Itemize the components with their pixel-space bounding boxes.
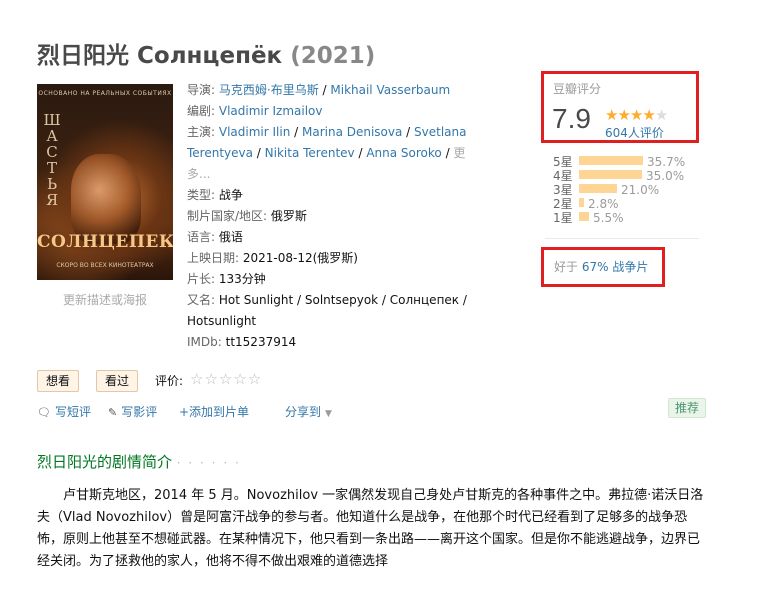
cast-label: 主演:	[187, 125, 216, 139]
rate-stars-input[interactable]: ☆☆☆☆☆	[190, 370, 262, 388]
runtime-label: 片长:	[187, 272, 216, 286]
country-row: 制片国家/地区: 俄罗斯	[187, 206, 487, 227]
language-value: 俄语	[218, 230, 243, 244]
poster-vertical-text: ШАСТЬЯ	[43, 111, 61, 209]
summary-title: 烈日阳光的剧情简介	[37, 453, 173, 471]
writer-label: 编剧:	[187, 104, 216, 118]
movie-year: (2021)	[290, 43, 376, 69]
release-label: 上映日期:	[187, 251, 240, 265]
genre-row: 类型: 战争	[187, 185, 487, 206]
better-than-text: 好于 67% 战争片	[554, 258, 648, 275]
movie-poster[interactable]: ОСНОВАНО НА РЕАЛЬНЫХ СОБЫТИЯХ ШАСТЬЯ СОЛ…	[37, 84, 173, 280]
better-than-prefix: 好于	[554, 260, 579, 274]
chevron-down-icon: ▼	[325, 409, 332, 419]
imdb-label: IMDb:	[187, 335, 222, 349]
recommend-button[interactable]: 推荐	[668, 398, 707, 418]
country-label: 制片国家/地区:	[187, 209, 268, 223]
director-row: 导演: 马克西姆·布里乌斯 / Mikhail Vasserbaum	[187, 83, 451, 97]
summary-dots: · · · · · ·	[176, 456, 241, 470]
share-to-label: 分享到	[285, 405, 322, 419]
write-review-link[interactable]: ✎ 写影评	[108, 403, 157, 420]
rate-label: 评价:	[155, 374, 184, 388]
better-than-highlight-box: 好于 67% 战争片	[541, 247, 665, 287]
rating-bar-label: 5星	[553, 155, 573, 169]
language-row: 语言: 俄语	[187, 227, 487, 248]
star-icon: ★	[617, 106, 630, 124]
writer-link[interactable]: Vladimir Izmailov	[219, 104, 323, 118]
rating-bar-fill	[579, 170, 642, 179]
share-to-dropdown[interactable]: 分享到 ▼	[285, 403, 332, 420]
poster-top-text: ОСНОВАНО НА РЕАЛЬНЫХ СОБЫТИЯХ	[38, 90, 172, 97]
rating-bar-1: 1星 5.5%	[553, 211, 624, 225]
rating-bar-pct: 2.8%	[588, 197, 619, 211]
rating-bar-5: 5星 35.7%	[553, 155, 685, 169]
better-than-link[interactable]: 67% 战争片	[582, 260, 649, 274]
comment-icon: 🗨	[37, 406, 51, 419]
poster-title-text: СОЛНЦЕПЕК	[37, 232, 173, 252]
imdb-value: tt15237914	[225, 335, 297, 349]
rating-bar-pct: 35.0%	[646, 169, 685, 183]
rating-bar-label: 2星	[553, 197, 573, 211]
release-value: 2021-08-12(俄罗斯)	[242, 251, 358, 265]
star-icon: ★	[629, 106, 643, 124]
rating-bar-fill	[579, 156, 643, 165]
movie-name: 烈日阳光 Солнцепёк	[37, 43, 283, 69]
rating-bar-label: 4星	[553, 169, 573, 183]
rating-bar-label: 3星	[553, 183, 573, 197]
rating-bar-fill	[579, 184, 617, 193]
aka-label: 又名:	[187, 293, 216, 307]
write-review-label: 写影评	[121, 405, 158, 419]
poster-bottom-text: СКОРО ВО ВСЕХ КИНОТЕАТРАХ	[56, 262, 154, 269]
star-icon: ★	[605, 106, 618, 124]
rating-bar-pct: 35.7%	[647, 155, 686, 169]
writer-row: 编剧: Vladimir Izmailov	[187, 101, 487, 122]
imdb-row: IMDb: tt15237914	[187, 332, 487, 353]
write-short-review-label: 写短评	[54, 405, 91, 419]
cast-row: 主演: Vladimir Ilin / Marina Denisova / Sv…	[187, 125, 467, 181]
genre-label: 类型:	[187, 188, 216, 202]
cast-link-2[interactable]: Marina Denisova	[302, 125, 402, 139]
release-row: 上映日期: 2021-08-12(俄罗斯)	[187, 248, 487, 269]
rating-bar-3: 3星 21.0%	[553, 183, 659, 197]
genre-value: 战争	[218, 188, 243, 202]
rating-bar-4: 4星 35.0%	[553, 169, 684, 183]
write-short-review-link[interactable]: 🗨 写短评	[37, 403, 91, 420]
cast-link-4[interactable]: Nikita Terentev	[265, 146, 355, 160]
rating-bar-label: 1星	[553, 211, 573, 225]
rating-bar-pct: 21.0%	[621, 183, 660, 197]
poster-figures	[71, 154, 141, 244]
aka-value: Hot Sunlight / Solntsepyok / Солнцепек /…	[187, 293, 467, 328]
pencil-icon: ✎	[108, 406, 118, 419]
page-title: 烈日阳光 Солнцепёк (2021)	[37, 36, 375, 70]
director-link-2[interactable]: Mikhail Vasserbaum	[330, 83, 450, 97]
rating-bar-fill	[579, 212, 589, 221]
rating-bar-2: 2星 2.8%	[553, 197, 619, 211]
rating-label: 豆瓣评分	[553, 82, 602, 96]
star-icon: ★	[654, 106, 668, 124]
rating-divider	[545, 238, 699, 239]
director-label: 导演:	[187, 83, 216, 97]
cast-link-1[interactable]: Vladimir Ilin	[219, 125, 290, 139]
want-to-watch-button[interactable]: 想看	[37, 370, 80, 392]
aka-row: 又名: Hot Sunlight / Solntsepyok / Солнцеп…	[187, 290, 487, 332]
movie-info: 导演: 马克西姆·布里乌斯 / Mikhail Vasserbaum 编剧: V…	[187, 80, 487, 353]
star-icon: ★	[642, 106, 655, 124]
country-value: 俄罗斯	[270, 209, 307, 223]
runtime-row: 片长: 133分钟	[187, 269, 487, 290]
runtime-value: 133分钟	[218, 272, 266, 286]
summary-text: 卢甘斯克地区，2014 年 5 月。Novozhilov 一家偶然发现自己身处卢…	[37, 488, 704, 569]
summary-heading: 烈日阳光的剧情简介 · · · · · ·	[37, 451, 241, 472]
director-link-1[interactable]: 马克西姆·布里乌斯	[219, 83, 319, 97]
rating-bar-fill	[579, 198, 584, 207]
language-label: 语言:	[187, 230, 216, 244]
add-to-list-link[interactable]: +添加到片单	[179, 403, 249, 420]
cast-link-5[interactable]: Anna Soroko	[366, 146, 441, 160]
update-poster-link[interactable]: 更新描述或海报	[37, 291, 173, 308]
rating-count-link[interactable]: 604人评价	[605, 124, 664, 141]
rating-bar-pct: 5.5%	[593, 211, 624, 225]
rating-score: 7.9	[552, 103, 591, 134]
rating-stars: ★★★★★	[605, 106, 668, 124]
watched-button[interactable]: 看过	[96, 370, 139, 392]
